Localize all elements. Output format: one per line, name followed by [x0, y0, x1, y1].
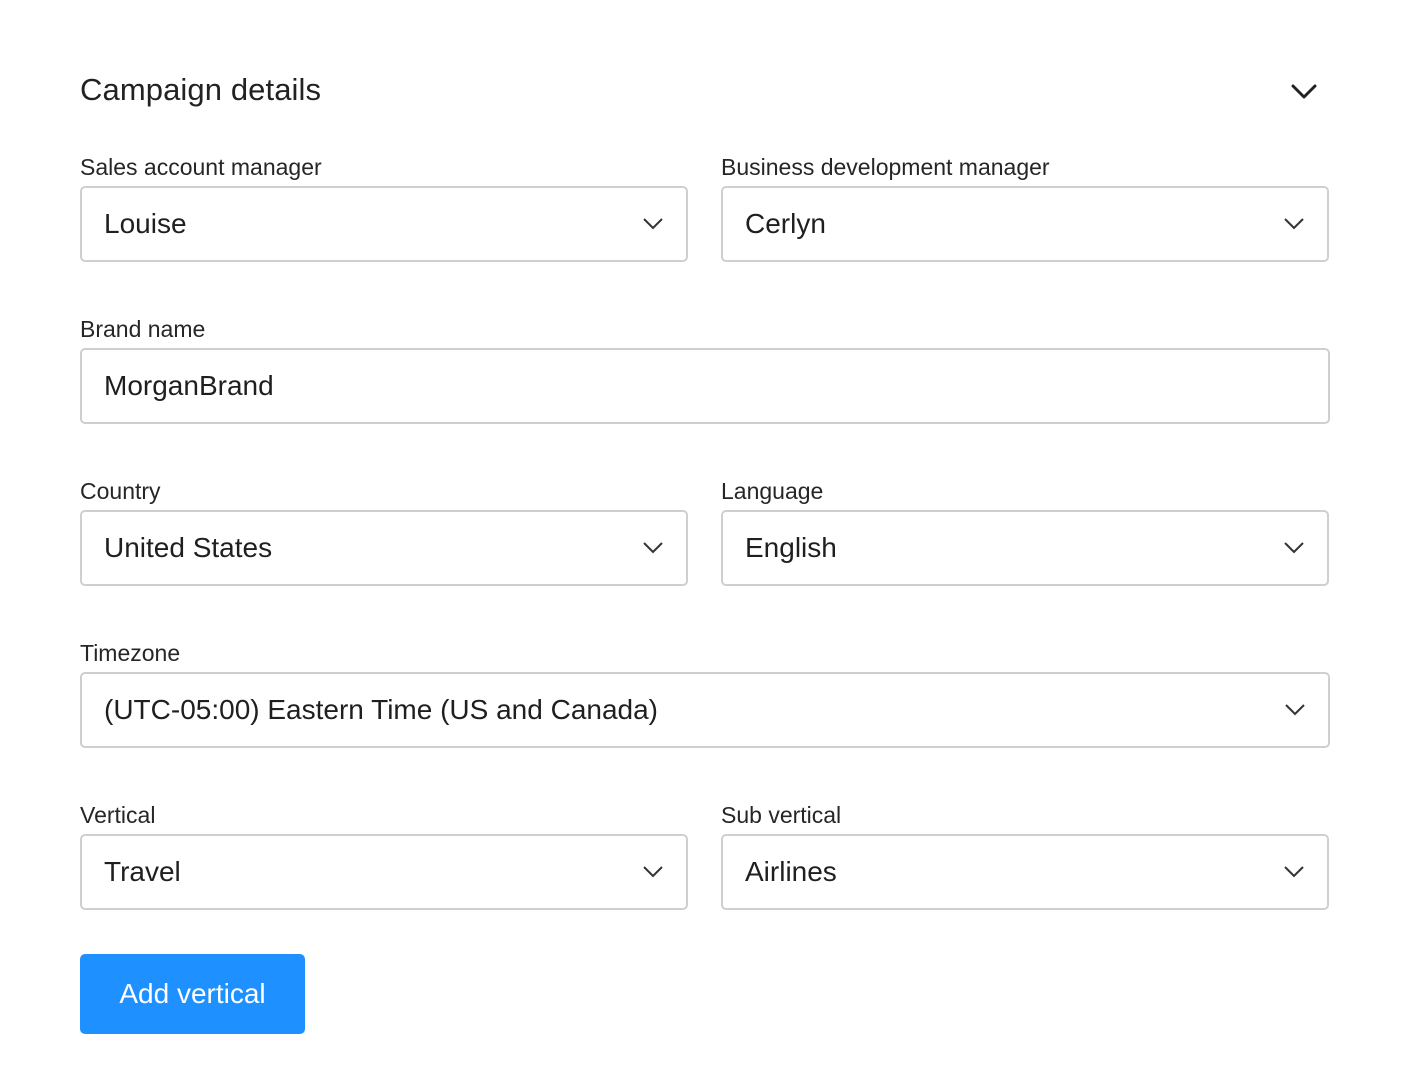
- chevron-down-icon: [1284, 866, 1304, 878]
- collapse-toggle-button[interactable]: [1286, 74, 1322, 110]
- chevron-down-icon: [1284, 542, 1304, 554]
- country-value: United States: [104, 532, 273, 563]
- sales-account-manager-field: Sales account manager Louise: [80, 154, 688, 266]
- timezone-value: (UTC-05:00) Eastern Time (US and Canada): [104, 694, 658, 725]
- add-vertical-button[interactable]: Add vertical: [80, 954, 305, 1034]
- section-title: Campaign details: [80, 72, 322, 107]
- vertical-label: Vertical: [80, 802, 156, 828]
- chevron-down-icon: [1284, 218, 1304, 230]
- country-field: Country United States: [80, 478, 688, 590]
- timezone-label: Timezone: [80, 640, 181, 666]
- language-select[interactable]: English: [721, 510, 1329, 586]
- campaign-details-panel: Campaign details Sales account manager L…: [80, 0, 1330, 1080]
- sub-vertical-value: Airlines: [745, 856, 837, 887]
- sub-vertical-select[interactable]: Airlines: [721, 834, 1329, 910]
- brand-name-field: Brand name MorganBrand: [80, 316, 1330, 428]
- chevron-down-icon: [643, 218, 663, 230]
- country-label: Country: [80, 478, 161, 504]
- language-field: Language English: [721, 478, 1329, 590]
- language-label: Language: [721, 478, 824, 504]
- section-header: Campaign details: [80, 68, 1330, 114]
- country-select[interactable]: United States: [80, 510, 688, 586]
- vertical-select[interactable]: Travel: [80, 834, 688, 910]
- chevron-down-icon: [1291, 84, 1317, 99]
- business-development-manager-value: Cerlyn: [745, 208, 826, 239]
- language-value: English: [745, 532, 837, 563]
- sales-account-manager-value: Louise: [104, 208, 187, 239]
- sales-account-manager-select[interactable]: Louise: [80, 186, 688, 262]
- chevron-down-icon: [643, 866, 663, 878]
- business-development-manager-select[interactable]: Cerlyn: [721, 186, 1329, 262]
- business-development-manager-field: Business development manager Cerlyn: [721, 154, 1329, 266]
- sub-vertical-field: Sub vertical Airlines: [721, 802, 1329, 914]
- timezone-select[interactable]: (UTC-05:00) Eastern Time (US and Canada): [80, 672, 1330, 748]
- brand-name-value: MorganBrand: [104, 370, 274, 401]
- chevron-down-icon: [643, 542, 663, 554]
- timezone-field: Timezone (UTC-05:00) Eastern Time (US an…: [80, 640, 1330, 752]
- vertical-field: Vertical Travel: [80, 802, 688, 914]
- brand-name-label: Brand name: [80, 316, 206, 342]
- business-development-manager-label: Business development manager: [721, 154, 1050, 180]
- chevron-down-icon: [1285, 704, 1305, 716]
- vertical-value: Travel: [104, 856, 181, 887]
- sales-account-manager-label: Sales account manager: [80, 154, 322, 180]
- sub-vertical-label: Sub vertical: [721, 802, 842, 828]
- brand-name-input[interactable]: MorganBrand: [80, 348, 1330, 424]
